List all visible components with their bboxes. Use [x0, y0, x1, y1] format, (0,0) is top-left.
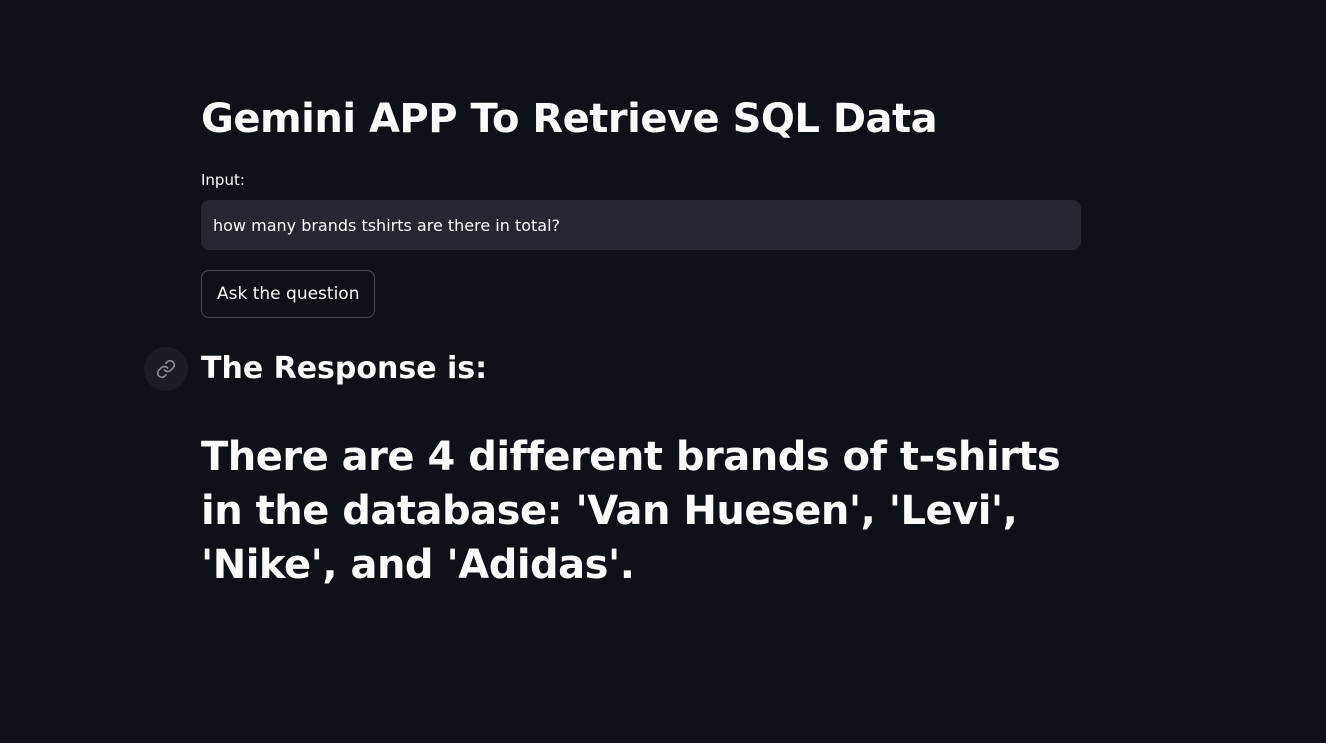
question-input[interactable]: [201, 200, 1081, 250]
page-title: Gemini APP To Retrieve SQL Data: [201, 96, 938, 142]
question-input-container: [201, 200, 1081, 250]
response-text: There are 4 different brands of t-shirts…: [201, 434, 1061, 588]
app-root: Gemini APP To Retrieve SQL Data Input: A…: [0, 0, 1326, 743]
response-header: The Response is:: [201, 351, 488, 386]
link-icon: [156, 359, 176, 379]
ask-question-button[interactable]: Ask the question: [201, 270, 376, 318]
input-label: Input:: [201, 171, 245, 189]
header-anchor-link[interactable]: [144, 347, 188, 391]
